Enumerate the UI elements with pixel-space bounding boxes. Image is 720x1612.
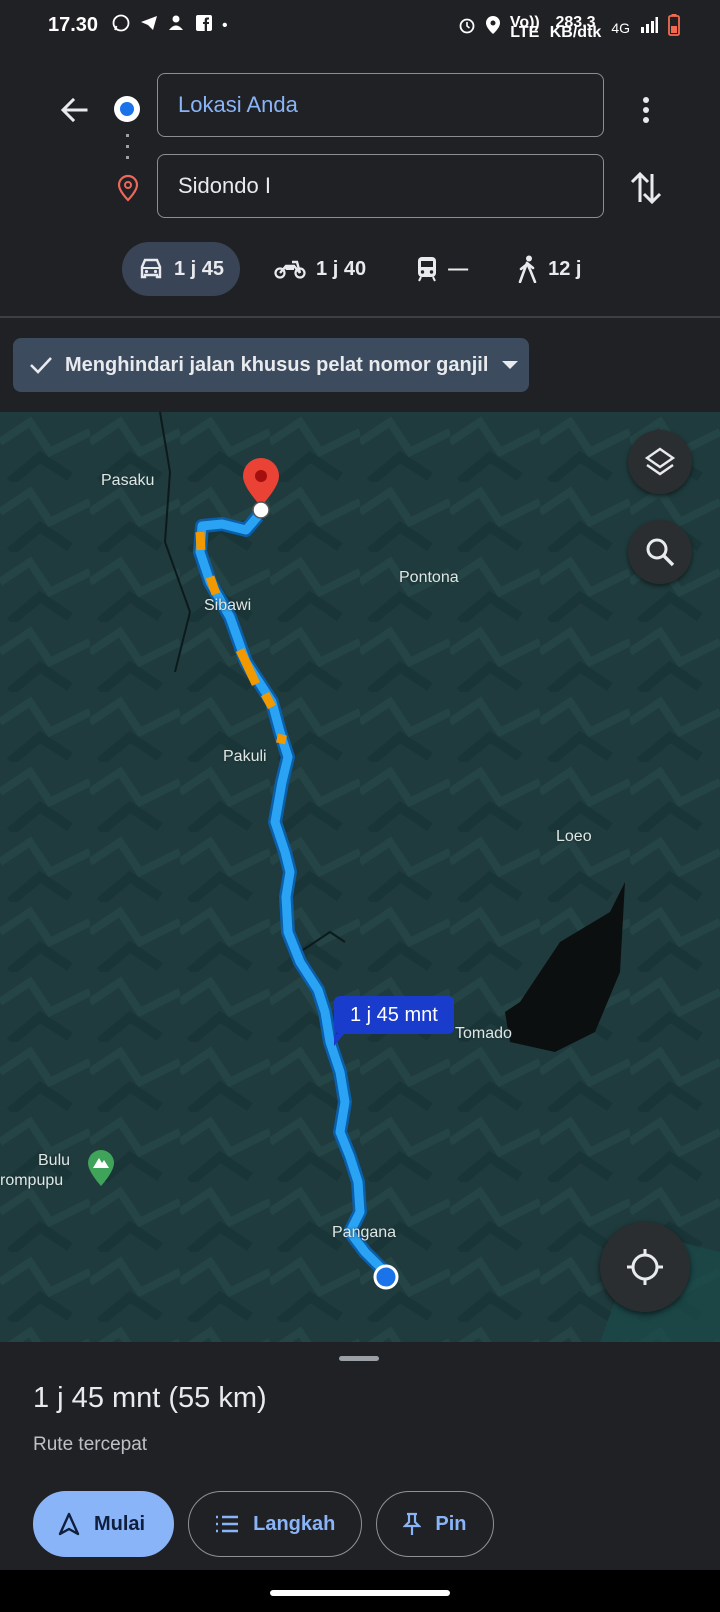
network-speed: 283,3 KB/dtk — [549, 14, 602, 41]
layers-button[interactable] — [628, 430, 692, 494]
route-actions: Mulai Langkah Pin — [33, 1491, 494, 1557]
pin-button[interactable]: Pin — [376, 1491, 494, 1557]
motorcycle-icon — [274, 260, 306, 279]
map-label-pontona: Pontona — [399, 569, 459, 586]
facebook-icon — [196, 15, 212, 36]
more-notifications-dot-icon: • — [222, 16, 228, 34]
route-summary-subtitle: Rute tercepat — [33, 1434, 148, 1455]
travel-mode-tabs: 1 j 45 1 j 40 — 12 j — [122, 242, 615, 296]
whatsapp-icon — [112, 14, 130, 37]
map-label-pasaku: Pasaku — [101, 472, 155, 489]
my-location-button[interactable] — [600, 1222, 690, 1312]
notification-icons: • — [112, 14, 228, 37]
volte-indicator: Vo)) LTE — [510, 14, 540, 41]
header-divider — [0, 316, 720, 318]
map-label-pakuli: Pakuli — [223, 748, 267, 765]
home-gesture-handle[interactable] — [270, 1590, 450, 1596]
status-bar: 17.30 • Vo)) LTE 283,3 KB/dtk 4G — [0, 0, 720, 56]
tab-motorcycle-label: 1 j 40 — [316, 257, 367, 280]
origin-location-dot — [373, 1264, 399, 1290]
destination-pin-icon — [116, 174, 140, 202]
navigation-arrow-icon — [58, 1512, 80, 1536]
tab-transit[interactable]: — — [400, 242, 484, 296]
pushpin-icon — [403, 1512, 422, 1535]
map-view[interactable]: Pasaku Pontona Sibawi Pakuli Loeo Tomado… — [0, 412, 720, 1342]
route-option-chip[interactable]: Menghindari jalan khusus pelat nomor gan… — [13, 338, 529, 392]
volte-bottom: LTE — [510, 23, 540, 41]
pin-button-label: Pin — [435, 1512, 467, 1535]
tab-transit-label: — — [448, 257, 469, 280]
start-button-label: Mulai — [94, 1512, 146, 1535]
origin-dot-icon — [114, 96, 140, 122]
more-options-button[interactable] — [634, 92, 658, 128]
back-button[interactable] — [56, 92, 92, 128]
check-icon — [30, 357, 52, 374]
battery-icon — [668, 14, 680, 41]
tab-driving[interactable]: 1 j 45 — [122, 242, 241, 296]
steps-button[interactable]: Langkah — [188, 1491, 363, 1557]
alarm-icon — [458, 16, 476, 39]
tab-walking[interactable]: 12 j — [502, 242, 597, 296]
list-icon — [216, 1515, 239, 1533]
system-icons: Vo)) LTE 283,3 KB/dtk 4G — [458, 14, 680, 41]
swap-vert-icon — [630, 171, 662, 205]
speed-unit: KB/dtk — [549, 23, 602, 41]
train-icon — [418, 257, 437, 282]
route-connector-dots — [126, 134, 129, 166]
route-summary-title: 1 j 45 mnt (55 km) — [33, 1382, 267, 1414]
map-label-bulu: Bulu — [38, 1152, 71, 1169]
swap-button[interactable] — [628, 168, 664, 208]
walk-icon — [518, 255, 537, 283]
car-icon — [140, 258, 162, 279]
telegram-icon — [140, 14, 158, 37]
destination-marker-icon[interactable] — [239, 456, 283, 520]
signal-icon — [640, 17, 658, 38]
route-option-label: Menghindari jalan khusus pelat nomor gan… — [65, 353, 489, 376]
person-add-icon — [168, 14, 186, 37]
search-along-route-button[interactable] — [628, 520, 692, 584]
mountain-icon — [86, 1148, 116, 1193]
map-label-loeo: Loeo — [556, 828, 592, 845]
dropdown-arrow-icon — [502, 361, 519, 369]
destination-input[interactable]: Sidondo I — [157, 154, 604, 218]
map-label-sibawi: Sibawi — [204, 597, 252, 614]
origin-input[interactable]: Lokasi Anda — [157, 73, 604, 137]
tab-walking-label: 12 j — [548, 257, 582, 280]
location-status-icon — [485, 16, 500, 39]
network-type: 4G — [611, 19, 630, 36]
route-duration-callout[interactable]: 1 j 45 mnt — [334, 996, 454, 1046]
arrow-back-icon — [60, 97, 88, 123]
system-navigation-bar — [0, 1570, 720, 1612]
more-vert-icon — [643, 97, 649, 123]
status-time: 17.30 — [48, 14, 99, 36]
steps-button-label: Langkah — [253, 1512, 336, 1535]
directions-header: Lokasi Anda Sidondo I 1 j 45 1 j 40 — 12… — [0, 56, 720, 316]
map-terrain — [0, 412, 720, 1342]
layers-icon — [644, 447, 676, 476]
start-button[interactable]: Mulai — [33, 1491, 175, 1557]
sheet-drag-handle[interactable] — [339, 1356, 379, 1361]
map-label-tomado: Tomado — [455, 1025, 512, 1042]
search-icon — [646, 538, 675, 567]
route-summary-sheet[interactable]: 1 j 45 mnt (55 km) Rute tercepat Mulai L… — [0, 1342, 720, 1570]
my-location-icon — [627, 1249, 663, 1285]
map-label-pangana: Pangana — [332, 1224, 397, 1241]
tab-motorcycle[interactable]: 1 j 40 — [258, 242, 382, 296]
map-label-rompupu: rompupu — [0, 1172, 64, 1189]
tab-driving-label: 1 j 45 — [174, 257, 225, 280]
